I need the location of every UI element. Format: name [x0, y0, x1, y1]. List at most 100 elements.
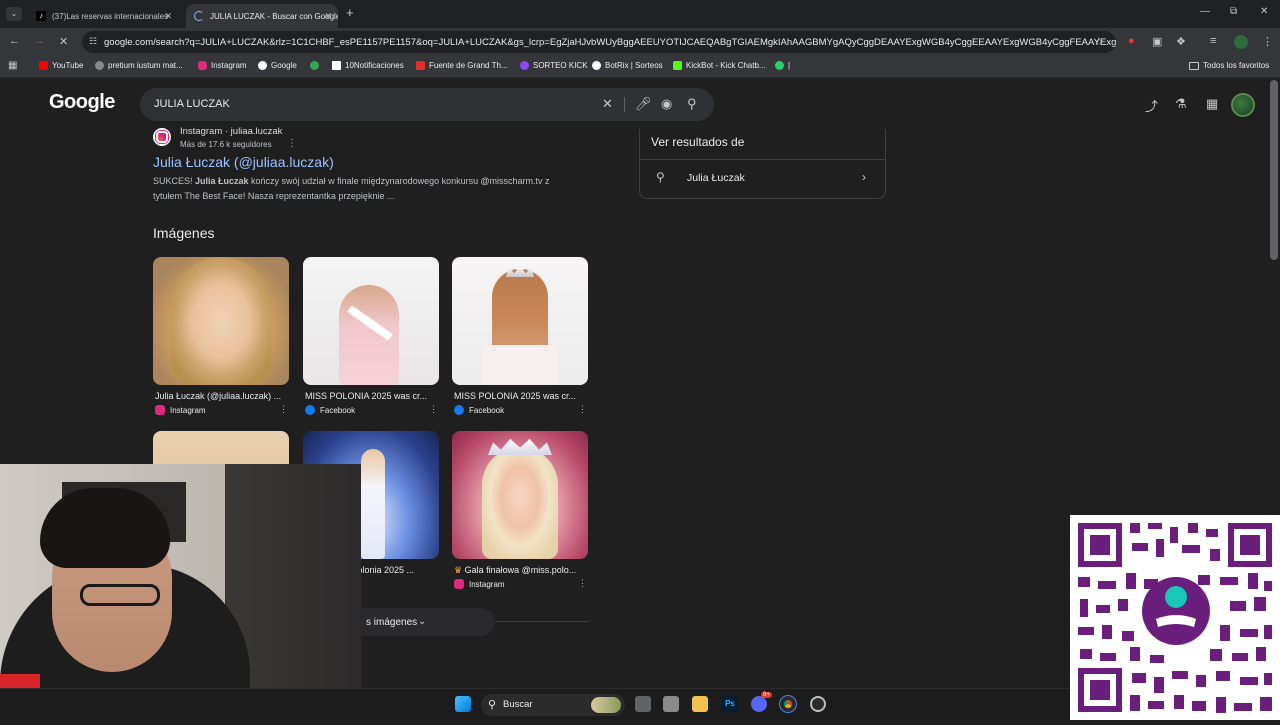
image-thumbnail[interactable]	[452, 431, 588, 559]
tab-list-button[interactable]: ⌄	[6, 7, 22, 21]
google-logo[interactable]: Google	[49, 91, 115, 114]
result-site[interactable]: Instagram · juliaa.luczak	[180, 126, 282, 137]
bookmark-label: SORTEO KICK	[533, 61, 588, 70]
more-options-icon[interactable]: ⋮	[287, 138, 297, 149]
qr-code-graphic	[1070, 515, 1280, 720]
close-tab-icon[interactable]: ✕	[164, 11, 172, 22]
bookmark-kickbot[interactable]: KickBot - Kick Chatb...	[673, 61, 766, 70]
webcam-overlay	[0, 464, 361, 720]
bookmark-fuente-gta[interactable]: Fuente de Grand Th...	[416, 61, 508, 70]
image-thumbnail[interactable]	[303, 257, 439, 385]
menu-icon[interactable]: ⋮	[1262, 35, 1273, 48]
kick-icon	[520, 61, 529, 70]
more-options-icon[interactable]: ⋮	[578, 404, 587, 415]
image-source[interactable]: Facebook	[454, 405, 504, 415]
bookmark-10notificaciones[interactable]: 10Notificaciones	[332, 61, 404, 70]
see-results-item[interactable]: ⚲ Julia Łuczak ›	[640, 159, 885, 195]
bookmark-youtube[interactable]: YouTube	[39, 61, 83, 70]
divider	[495, 621, 589, 622]
image-caption[interactable]: MISS POLONIA 2025 was cr...	[305, 391, 437, 401]
forward-icon[interactable]: →	[34, 35, 45, 47]
divider	[624, 97, 625, 112]
bookmark-sorteo-kick[interactable]: SORTEO KICK	[520, 61, 588, 70]
facebook-icon	[454, 405, 464, 415]
panel-title: Ver resultados de	[651, 135, 745, 149]
all-bookmarks[interactable]: Todos los favoritos	[1189, 61, 1269, 70]
close-window-icon[interactable]: ✕	[1260, 6, 1268, 17]
puzzle-icon[interactable]: ❖	[1176, 35, 1186, 48]
taskbar-search[interactable]: ⚲ Buscar	[481, 694, 625, 716]
tab-tiktok[interactable]: ♪ (37)Las reservas internacionales ✕	[28, 4, 178, 28]
snippet-text: SUKCES!	[153, 176, 196, 186]
image-caption[interactable]: ♛ Gala finałowa @miss.polo...	[454, 565, 586, 576]
site-info-icon[interactable]: ☷	[89, 36, 97, 47]
account-avatar[interactable]	[1231, 93, 1255, 117]
search-icon: ⚲	[656, 170, 665, 184]
image-caption[interactable]: MISS POLONIA 2025 was cr...	[454, 391, 586, 401]
search-box[interactable]: JULIA LUCZAK ✕ 🎤︎ ◉ ⚲	[140, 88, 714, 121]
yape-coin-icon	[1165, 586, 1187, 608]
instagram-icon	[155, 405, 165, 415]
stop-loading-icon[interactable]: ✕	[59, 35, 68, 48]
obs-icon[interactable]	[810, 696, 826, 712]
bookmark-label: |	[788, 61, 791, 70]
yape-qr-code	[1070, 515, 1280, 720]
app-icon[interactable]	[663, 696, 679, 712]
search-input[interactable]: JULIA LUCZAK	[154, 98, 230, 110]
tab-google-search[interactable]: JULIA LUCZAK - Buscar con Google ✕	[186, 4, 338, 28]
profile-avatar[interactable]	[1234, 35, 1248, 49]
chevron-right-icon: ›	[862, 170, 866, 184]
bookmark-botrix[interactable]: BotRix | Sorteos	[592, 61, 663, 70]
media-icon[interactable]: ≡	[1210, 35, 1216, 47]
image-thumbnail[interactable]	[153, 257, 289, 385]
images-heading: Imágenes	[153, 225, 215, 241]
page-scrollbar[interactable]	[1270, 80, 1278, 260]
image-source[interactable]: Instagram	[155, 405, 206, 415]
bookmark-google[interactable]: Google	[258, 61, 297, 70]
restore-icon[interactable]: ⧉	[1230, 6, 1237, 17]
close-tab-icon[interactable]: ✕	[324, 11, 332, 22]
task-view-icon[interactable]	[635, 696, 651, 712]
image-source[interactable]: Facebook	[305, 405, 355, 415]
chrome-icon[interactable]	[779, 695, 797, 713]
apps-grid-icon[interactable]: ▦	[1206, 96, 1218, 112]
crown-shape	[506, 265, 534, 277]
discord-icon[interactable]	[751, 696, 767, 712]
bookmark-label: Instagram	[211, 61, 247, 70]
photoshop-icon[interactable]: Ps	[722, 696, 738, 712]
new-tab-button[interactable]: +	[346, 5, 354, 20]
bookmark-label: pretium iustum mat...	[108, 61, 183, 70]
minimize-icon[interactable]: —	[1200, 6, 1210, 17]
windows-start-icon[interactable]	[455, 696, 471, 712]
see-results-about-panel: Ver resultados de ⚲ Julia Łuczak ›	[639, 129, 886, 199]
bookmark-instagram[interactable]: Instagram	[198, 61, 247, 70]
bookmark-star-icon[interactable]: ☆	[1094, 35, 1104, 48]
more-options-icon[interactable]: ⋮	[279, 404, 288, 415]
result-title-link[interactable]: Julia Łuczak (@juliaa.luczak)	[153, 154, 334, 170]
more-options-icon[interactable]: ⋮	[578, 578, 587, 589]
bookmarks-bar: ▦ YouTube pretium iustum mat... Instagra…	[0, 56, 1280, 78]
back-icon[interactable]: ←	[9, 35, 20, 47]
bookmark-whatsapp[interactable]: |	[775, 61, 790, 70]
extension-red-icon[interactable]: ●	[1128, 35, 1135, 47]
apps-icon[interactable]: ▦	[8, 60, 17, 71]
bookmark-unnamed[interactable]	[310, 61, 323, 70]
extension-icon[interactable]: ▣	[1152, 35, 1162, 48]
more-options-icon[interactable]: ⋮	[429, 404, 438, 415]
tab-title: (37)Las reservas internacionales	[52, 11, 169, 21]
clear-icon[interactable]: ✕	[602, 96, 613, 112]
share-icon[interactable]: ⤴	[1145, 96, 1158, 115]
bookmark-pretium[interactable]: pretium iustum mat...	[95, 61, 183, 70]
bookmark-label: YouTube	[52, 61, 84, 70]
microphone-icon[interactable]: 🎤︎	[635, 96, 652, 112]
image-source[interactable]: Instagram	[454, 579, 505, 589]
file-explorer-icon[interactable]	[692, 696, 708, 712]
labs-icon[interactable]: ⚗	[1175, 96, 1187, 112]
search-icon[interactable]: ⚲	[687, 96, 697, 112]
camera-lens-icon[interactable]: ◉	[661, 96, 672, 112]
x-icon	[332, 61, 341, 70]
address-bar[interactable]: ☷ google.com/search?q=JULIA+LUCZAK&rlz=1…	[82, 31, 1116, 53]
image-caption[interactable]: Julia Łuczak (@juliaa.luczak) ...	[155, 391, 287, 401]
image-thumbnail[interactable]	[452, 257, 588, 385]
chevron-down-icon: ⌄	[418, 616, 427, 627]
